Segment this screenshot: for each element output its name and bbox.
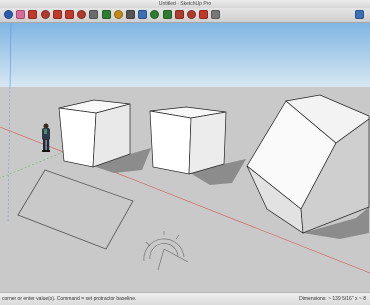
- select-tool-icon[interactable]: [4, 10, 13, 19]
- toolbar: [0, 8, 370, 23]
- offset-tool-icon[interactable]: [77, 10, 87, 19]
- status-message: corner or enter value(s). Command = set …: [2, 296, 137, 302]
- sketchup-window: Untitled - SketchUp Pro corner or enter …: [0, 0, 370, 305]
- warehouse-tool-icon[interactable]: [174, 10, 184, 19]
- zoom-tool-icon[interactable]: [126, 10, 135, 19]
- rotate-tool-icon[interactable]: [65, 10, 74, 19]
- tape-measure-tool-icon[interactable]: [89, 10, 99, 19]
- box-2-left: [149, 110, 192, 175]
- layout-tool-icon[interactable]: [199, 10, 209, 19]
- pan-tool-icon[interactable]: [113, 10, 123, 19]
- box-2-right: [188, 111, 227, 175]
- settings-tool-icon[interactable]: [211, 10, 221, 19]
- eraser-tool-icon[interactable]: [16, 10, 26, 19]
- orbit-tool-icon[interactable]: [101, 10, 111, 19]
- zoom-extents-tool-icon[interactable]: [138, 10, 148, 19]
- sky: [0, 23, 370, 87]
- push-pull-tool-icon[interactable]: [40, 10, 50, 19]
- box-1-left: [58, 107, 97, 168]
- scene-canvas[interactable]: [0, 23, 370, 292]
- model-viewport[interactable]: [0, 23, 370, 292]
- extension-warehouse-tool-icon[interactable]: [187, 10, 196, 19]
- paint-bucket-tool-icon[interactable]: [28, 10, 38, 19]
- move-tool-icon[interactable]: [52, 10, 62, 19]
- dimensions-readout[interactable]: Dimensions: ~ 139 5/16" x ~ 8: [299, 296, 366, 302]
- previous-view-tool-icon[interactable]: [150, 10, 160, 19]
- next-view-tool-icon[interactable]: [162, 10, 172, 19]
- window-title: Untitled - SketchUp Pro: [158, 1, 212, 7]
- share-model-icon[interactable]: [355, 10, 364, 19]
- status-bar: corner or enter value(s). Command = set …: [0, 292, 370, 305]
